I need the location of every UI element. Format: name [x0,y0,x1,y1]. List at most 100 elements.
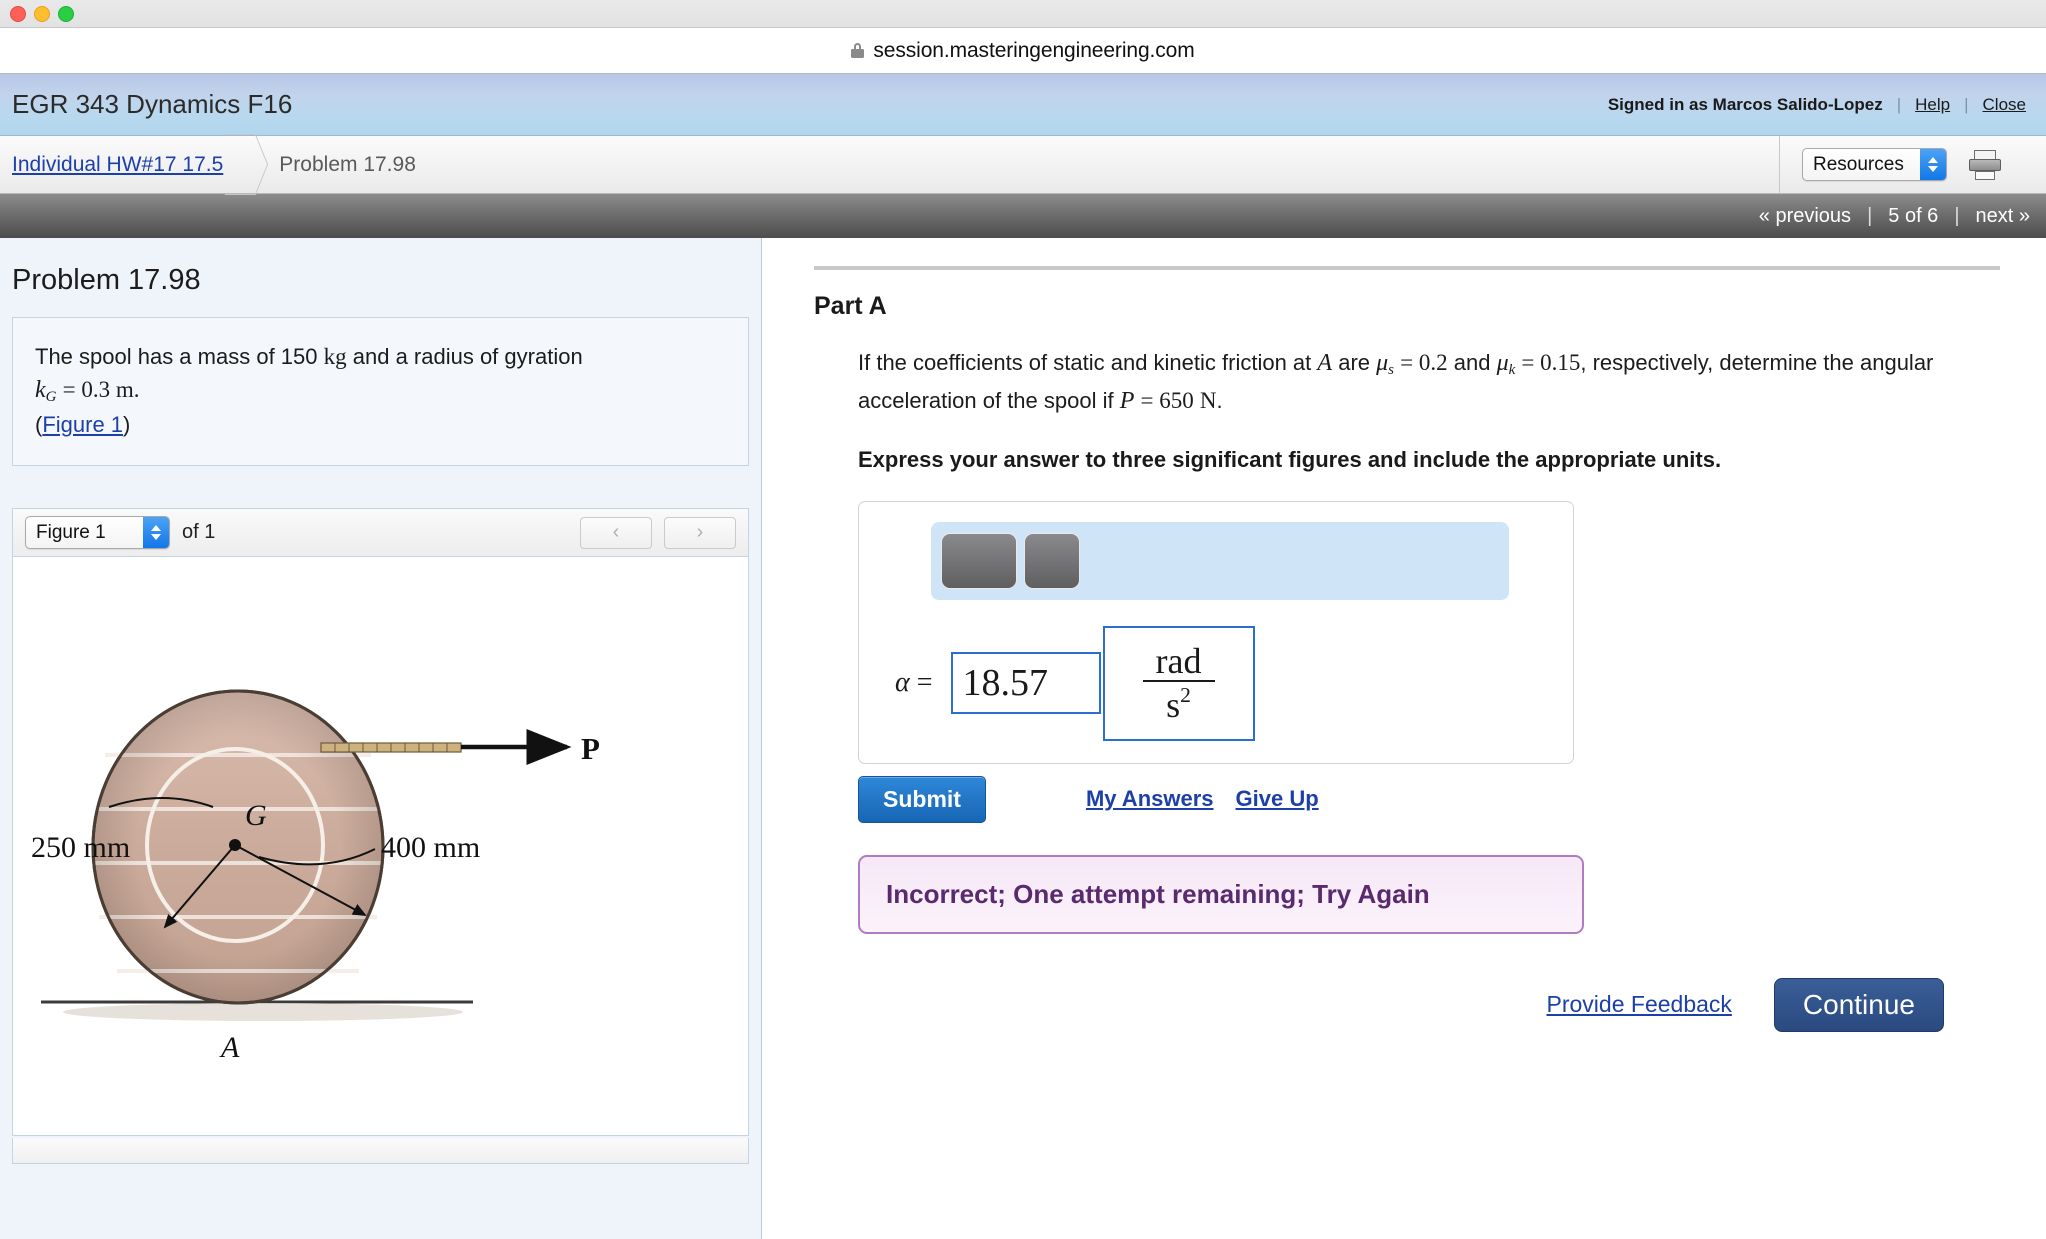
mu-s-value: = 0.2 [1400,350,1448,375]
answer-row: α = 18.57 rad s2 [879,625,1553,741]
continue-button[interactable]: Continue [1773,977,1944,1032]
breadcrumb-bar: Individual HW#17 17.5 Problem 17.98 Reso… [0,136,2046,194]
give-up-link[interactable]: Give Up [1236,786,1319,812]
chevron-updown-icon [1920,149,1946,180]
diagram-label-P: P [581,731,600,766]
math-toolbar [931,521,1509,600]
header-account-area: Signed in as Marcos Salido-Lopez | Help … [1608,95,2026,115]
diagram-label-G: G [245,799,267,832]
provide-feedback-link[interactable]: Provide Feedback [1547,991,1732,1018]
problem-pager-bar: « previous | 5 of 6 | next » [0,194,2046,238]
equals-sign: = [916,667,933,699]
answer-unit-input[interactable]: rad s2 [1102,625,1255,741]
header-separator-2: | [1964,94,1969,114]
question-text-1: If the coefficients of static and kineti… [858,350,1312,375]
fraction-rule [1142,680,1215,683]
close-window-button[interactable] [10,5,26,22]
figure-image: G 250 mm 400 mm P A [13,557,748,1136]
math-template-button-1[interactable] [941,532,1017,589]
diagram-label-A: A [219,1031,240,1064]
answer-entry-card: α = 18.57 rad s2 [858,500,1574,764]
breadcrumb-tools: Resources [1779,136,2046,193]
submit-button[interactable]: Submit [858,775,986,823]
figure-selector-dropdown[interactable]: Figure 1 [25,516,170,550]
signed-in-label: Signed in as Marcos Salido-Lopez [1607,94,1883,114]
diagram-label-400mm: 400 mm [381,831,480,864]
question-text-3: and [1453,350,1491,375]
kg-value: = 0.3 m. [62,377,140,403]
unit-denominator: s2 [1166,683,1191,726]
figure-selector-label: Figure 1 [36,521,106,543]
mu-k-value: = 0.15 [1521,350,1581,375]
kg-subscript: G [45,389,57,406]
header-separator-1: | [1896,94,1902,114]
mu-s-subscript: s [1388,362,1394,379]
figure-count-label: of 1 [182,521,216,544]
statement-text-1: The spool has a mass of 150 [35,344,318,369]
statement-text-2: and a radius of gyration [352,344,583,369]
unit-kg: kg [323,344,347,369]
answer-instruction: Express your answer to three significant… [858,446,1722,472]
figure-1-link[interactable]: Figure 1 [42,412,123,437]
pager-separator-1: | [1867,204,1873,227]
unit-numerator: rad [1155,640,1202,681]
unit-exponent: 2 [1180,683,1191,708]
figure-panel-footer [12,1138,749,1165]
resources-dropdown[interactable]: Resources [1802,148,1947,181]
minimize-window-button[interactable] [34,5,50,22]
mu-s-symbol: μ [1376,350,1389,376]
my-answers-link[interactable]: My Answers [1086,786,1214,812]
course-header: EGR 343 Dynamics F16 Signed in as Marcos… [0,74,2046,136]
chevron-updown-icon [143,517,169,549]
kg-symbol: k [35,377,46,404]
next-problem-link[interactable]: next » [1976,205,2030,228]
part-title: Part A [814,292,887,320]
problem-statement-box: The spool has a mass of 150 kg and a rad… [12,317,749,467]
spool-diagram-svg: G 250 mm 400 mm P A [31,689,600,1064]
browser-titlebar [0,0,2046,28]
window-traffic-lights [10,5,74,22]
breadcrumb-chevron-icon [231,136,265,193]
answer-variable-label: α = [895,667,933,699]
diagram-label-250mm: 250 mm [31,831,130,864]
math-template-button-2[interactable] [1024,532,1080,589]
figure-link-close-paren: ) [123,412,131,438]
problem-statement: The spool has a mass of 150 kg and a rad… [35,340,726,441]
course-title: EGR 343 Dynamics F16 [12,89,293,119]
mu-k-subscript: k [1508,362,1516,379]
pager-count-label: 5 of 6 [1888,204,1939,227]
figure-prev-button[interactable]: ‹ [580,516,652,549]
question-point-A: A [1317,350,1333,376]
answer-panel: Part A If the coefficients of static and… [762,238,2046,1239]
previous-problem-link[interactable]: « previous [1759,205,1851,228]
force-P-value: = 650 [1140,387,1194,413]
footer-actions: Provide Feedback Continue [858,977,2000,1032]
pager-separator-2: | [1954,204,1960,227]
figure-next-button[interactable]: › [664,516,736,549]
breadcrumb-current: Problem 17.98 [279,152,416,176]
figure-nav: ‹ › [580,516,736,549]
lock-icon [851,43,865,58]
resources-dropdown-label: Resources [1813,153,1904,175]
main-content: Problem 17.98 The spool has a mass of 15… [0,238,2046,1239]
help-link[interactable]: Help [1915,95,1950,115]
section-divider [814,266,2000,270]
page-title: Problem 17.98 [12,264,201,296]
problem-panel: Problem 17.98 The spool has a mass of 15… [0,238,762,1239]
maximize-window-button[interactable] [58,5,74,22]
question-text-2: are [1338,350,1370,375]
question-text: If the coefficients of static and kineti… [858,345,1978,421]
close-link[interactable]: Close [1983,95,2026,115]
question-text-5: . [1216,387,1223,413]
breadcrumb-parent-link[interactable]: Individual HW#17 17.5 [0,153,223,177]
url-text: session.masteringengineering.com [873,38,1195,62]
printer-icon[interactable] [1969,149,2001,180]
browser-url-bar[interactable]: session.masteringengineering.com [0,28,2046,74]
unit-newton: N [1199,387,1217,413]
force-P-symbol: P [1119,387,1135,414]
mu-k-symbol: μ [1496,350,1509,376]
breadcrumb: Individual HW#17 17.5 Problem 17.98 [0,136,1779,193]
answer-value-input[interactable]: 18.57 [950,652,1101,715]
alpha-symbol: α [895,667,910,699]
status-badge: Incorrect; One attempt remaining; Try Ag… [858,854,1584,934]
